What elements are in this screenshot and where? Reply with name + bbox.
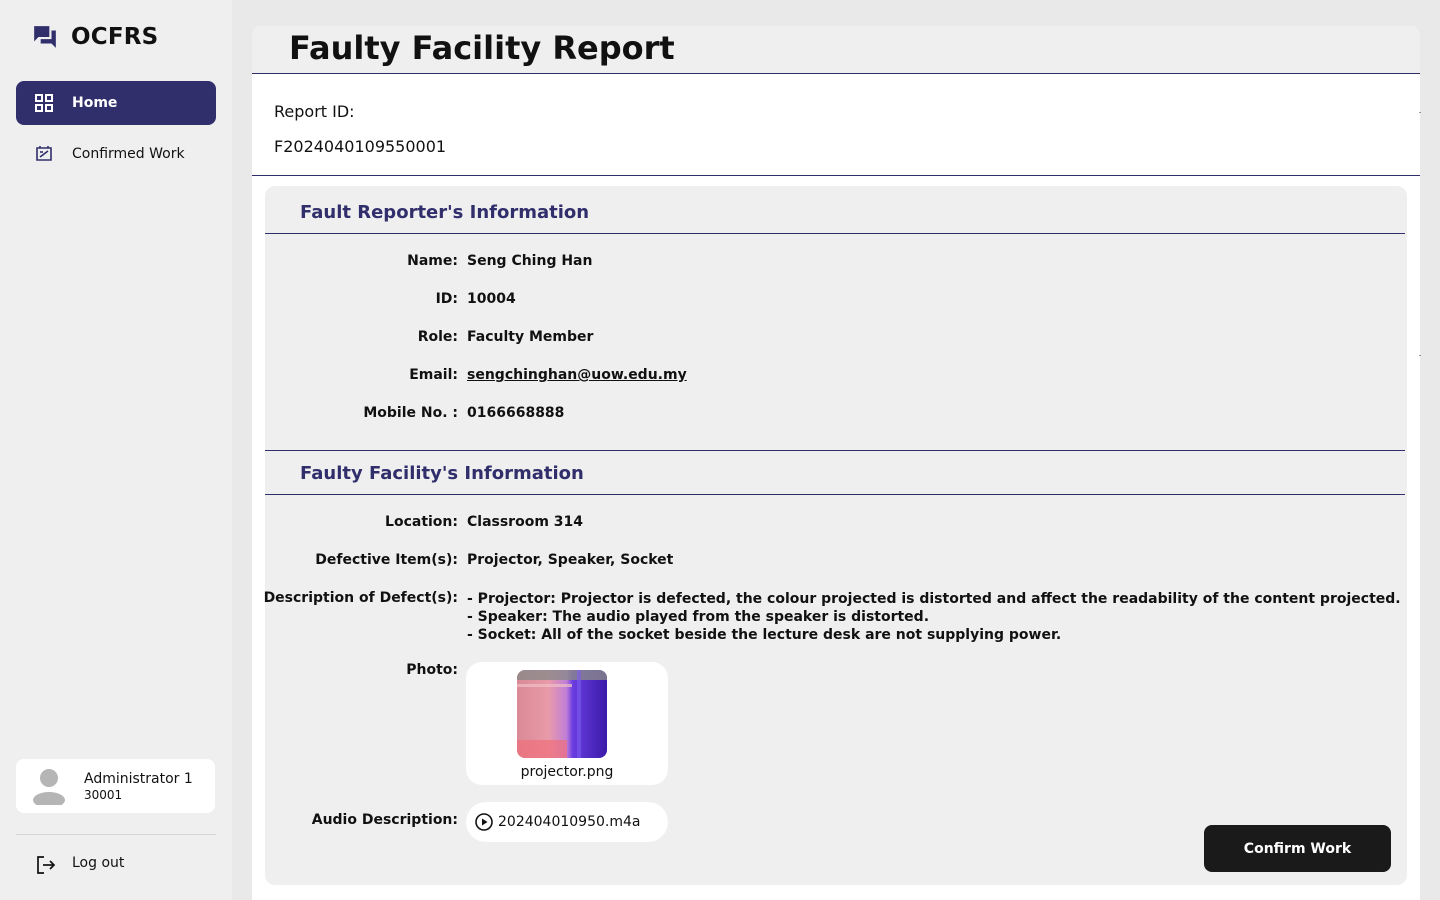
sidebar-item-home[interactable]: Home	[16, 81, 216, 125]
field-label-audio: Audio Description:	[311, 812, 458, 828]
field-label-description: Description of Defect(s):	[263, 590, 458, 606]
audio-filename: 202404010950.m4a	[498, 814, 641, 830]
field-label-mobile: Mobile No. :	[363, 405, 458, 421]
field-value-role: Faculty Member	[467, 329, 594, 345]
email-link[interactable]: sengchinghan@uow.edu.my	[467, 367, 687, 383]
divider	[252, 175, 1420, 176]
brand-name: OCFRS	[71, 24, 159, 50]
photo-thumbnail	[517, 670, 607, 758]
logout-button[interactable]: Log out	[36, 850, 124, 876]
title-bar: Faulty Facility Report	[252, 26, 1420, 74]
field-label-photo: Photo:	[406, 662, 458, 678]
photo-filename: projector.png	[520, 764, 614, 780]
section-title-facility: Faulty Facility's Information	[300, 463, 584, 484]
description-line: - Projector: Projector is defected, the …	[467, 591, 1401, 607]
description-line: - Socket: All of the socket beside the l…	[467, 627, 1062, 643]
field-value-name: Seng Ching Han	[467, 253, 593, 269]
field-label-role: Role:	[417, 329, 458, 345]
sidebar-item-label: Confirmed Work	[72, 146, 185, 162]
description-line: - Speaker: The audio played from the spe…	[467, 609, 930, 625]
report-id-value: F2024040109550001	[274, 137, 447, 156]
sidebar: OCFRS Home Confirmed Work Administrator …	[0, 0, 232, 900]
field-value-defective-items: Projector, Speaker, Socket	[467, 552, 674, 568]
scrollbar-mark	[1419, 355, 1421, 356]
user-info: Administrator 1 30001	[84, 771, 193, 802]
page-title: Faulty Facility Report	[289, 29, 675, 67]
field-label-id: ID:	[435, 291, 458, 307]
logout-icon	[37, 856, 56, 874]
chat-icon	[34, 26, 56, 48]
grid-icon	[35, 94, 53, 112]
main-panel: Faulty Facility Report Report ID: F20240…	[252, 26, 1421, 900]
confirm-work-button[interactable]: Confirm Work	[1204, 825, 1391, 872]
field-value-mobile: 0166668888	[467, 405, 565, 421]
field-value-location: Classroom 314	[467, 514, 584, 530]
play-icon	[475, 813, 493, 831]
sidebar-item-label: Home	[72, 95, 118, 111]
report-detail-card: Fault Reporter's Information Name: Seng …	[263, 186, 1407, 885]
document-edit-icon	[36, 146, 52, 161]
audio-attachment[interactable]: 202404010950.m4a	[466, 802, 668, 842]
logout-label: Log out	[72, 855, 125, 871]
field-label-location: Location:	[385, 514, 458, 530]
section-divider	[265, 233, 1405, 234]
field-label-email: Email:	[409, 367, 458, 383]
photo-attachment[interactable]: projector.png	[466, 662, 668, 785]
user-name: Administrator 1	[84, 770, 193, 787]
user-card[interactable]: Administrator 1 30001	[16, 759, 215, 813]
field-value-description: - Projector: Projector is defected, the …	[467, 590, 1401, 644]
field-label-defective-items: Defective Item(s):	[315, 552, 458, 568]
sidebar-item-confirmed-work[interactable]: Confirmed Work	[16, 132, 216, 176]
section-divider	[265, 450, 1405, 451]
report-id-label: Report ID:	[274, 102, 355, 121]
avatar	[33, 769, 65, 805]
sidebar-divider	[16, 834, 216, 835]
field-value-id: 10004	[467, 291, 516, 307]
section-divider	[265, 494, 1405, 495]
scrollbar-mark	[1419, 112, 1421, 113]
section-title-reporter: Fault Reporter's Information	[300, 202, 590, 223]
field-label-name: Name:	[407, 253, 458, 269]
user-id: 30001	[84, 787, 123, 802]
brand: OCFRS	[32, 24, 158, 50]
